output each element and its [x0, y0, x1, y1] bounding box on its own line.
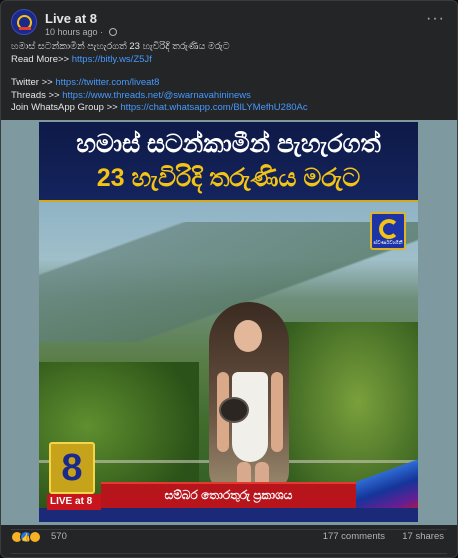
news-ticker: සම්බර තොරතුරු ප්‍රකාශය: [101, 482, 356, 508]
shares-count[interactable]: 17 shares: [402, 531, 444, 542]
text-spacer: [11, 66, 447, 77]
poster-headline-line1: හමාස් සටන්කාමීන් පැහැරගත්: [76, 130, 381, 158]
read-more-label: Read More>>: [11, 53, 72, 65]
swarnavahini-logo: ස්වර්ණවාහිනී: [370, 212, 406, 250]
post-body-text: හමාස් සටන්කාමීන් පැහැරගත් 23 හැවිරිදි තර…: [11, 41, 447, 115]
logo-swirl-shape: [379, 219, 399, 239]
post-timestamp[interactable]: 10 hours ago ·: [45, 27, 106, 37]
live-logo-digit: 8: [61, 447, 83, 489]
live-at-8-logo: 8: [49, 442, 95, 494]
actions-row: [11, 553, 447, 557]
post-title-line: හමාස් සටන්කාමීන් පැහැරගත් 23 හැවිරිදි තර…: [11, 41, 230, 52]
face-shape: [234, 320, 262, 352]
news-poster: හමාස් සටන්කාමීන් පැහැරගත් 23 හැවිරිදි තර…: [39, 122, 418, 522]
comments-count[interactable]: 177 comments: [323, 531, 385, 542]
read-more-link[interactable]: https://bitly.ws/Z5Jf: [72, 54, 152, 65]
page-name-link[interactable]: Live at 8: [45, 11, 97, 26]
haha-reaction-icon: [29, 531, 41, 543]
avatar-bar-shape: [19, 27, 31, 30]
page-avatar[interactable]: [11, 9, 37, 35]
live-at-8-label: LIVE at 8: [47, 494, 101, 510]
whatsapp-line: Join WhatsApp Group >> https://chat.what…: [11, 102, 447, 115]
arm-right-shape: [271, 372, 283, 452]
threads-line: Threads >> https://www.threads.net/@swar…: [11, 90, 447, 103]
globe-icon: [108, 28, 117, 36]
waist-bag-shape: [219, 397, 249, 423]
threads-label: Threads >>: [11, 89, 63, 101]
more-options-icon[interactable]: ···: [426, 11, 445, 27]
read-more-line: Read More>> https://bitly.ws/Z5Jf: [11, 54, 447, 67]
post-header: Live at 8 10 hours ago · ···: [11, 9, 447, 41]
threads-link[interactable]: https://www.threads.net/@swarnavahininew…: [62, 90, 251, 101]
poster-headline-panel: හමාස් සටන්කාමීන් පැහැරගත් 23 හැවිරිදි තර…: [39, 122, 418, 202]
twitter-line: Twitter >> https://twitter.com/liveat8: [11, 77, 447, 90]
whatsapp-label: Join WhatsApp Group >>: [11, 102, 121, 113]
poster-headline-line2: 23 හැවිරිදි තරුණිය මරුට: [96, 164, 361, 192]
footer-divider: [11, 529, 447, 530]
reaction-count: 570: [51, 531, 67, 542]
post-image[interactable]: හමාස් සටන්කාමීන් පැහැරගත් 23 හැවිරිදි තර…: [1, 120, 457, 525]
twitter-label: Twitter >>: [11, 77, 56, 88]
facebook-post-card: Live at 8 10 hours ago · ··· හමාස් සටන්ක…: [0, 0, 458, 558]
whatsapp-link[interactable]: https://chat.whatsapp.com/BlLYMefhU280Ac: [120, 102, 307, 113]
post-meta: 10 hours ago ·: [45, 27, 117, 37]
logo-caption: ස්වර්ණවාහිනී: [373, 240, 403, 246]
ticker-text: සම්බර තොරතුරු ප්‍රකාශය: [164, 488, 293, 502]
twitter-link[interactable]: https://twitter.com/liveat8: [55, 77, 159, 88]
bottom-strip: [39, 508, 418, 522]
